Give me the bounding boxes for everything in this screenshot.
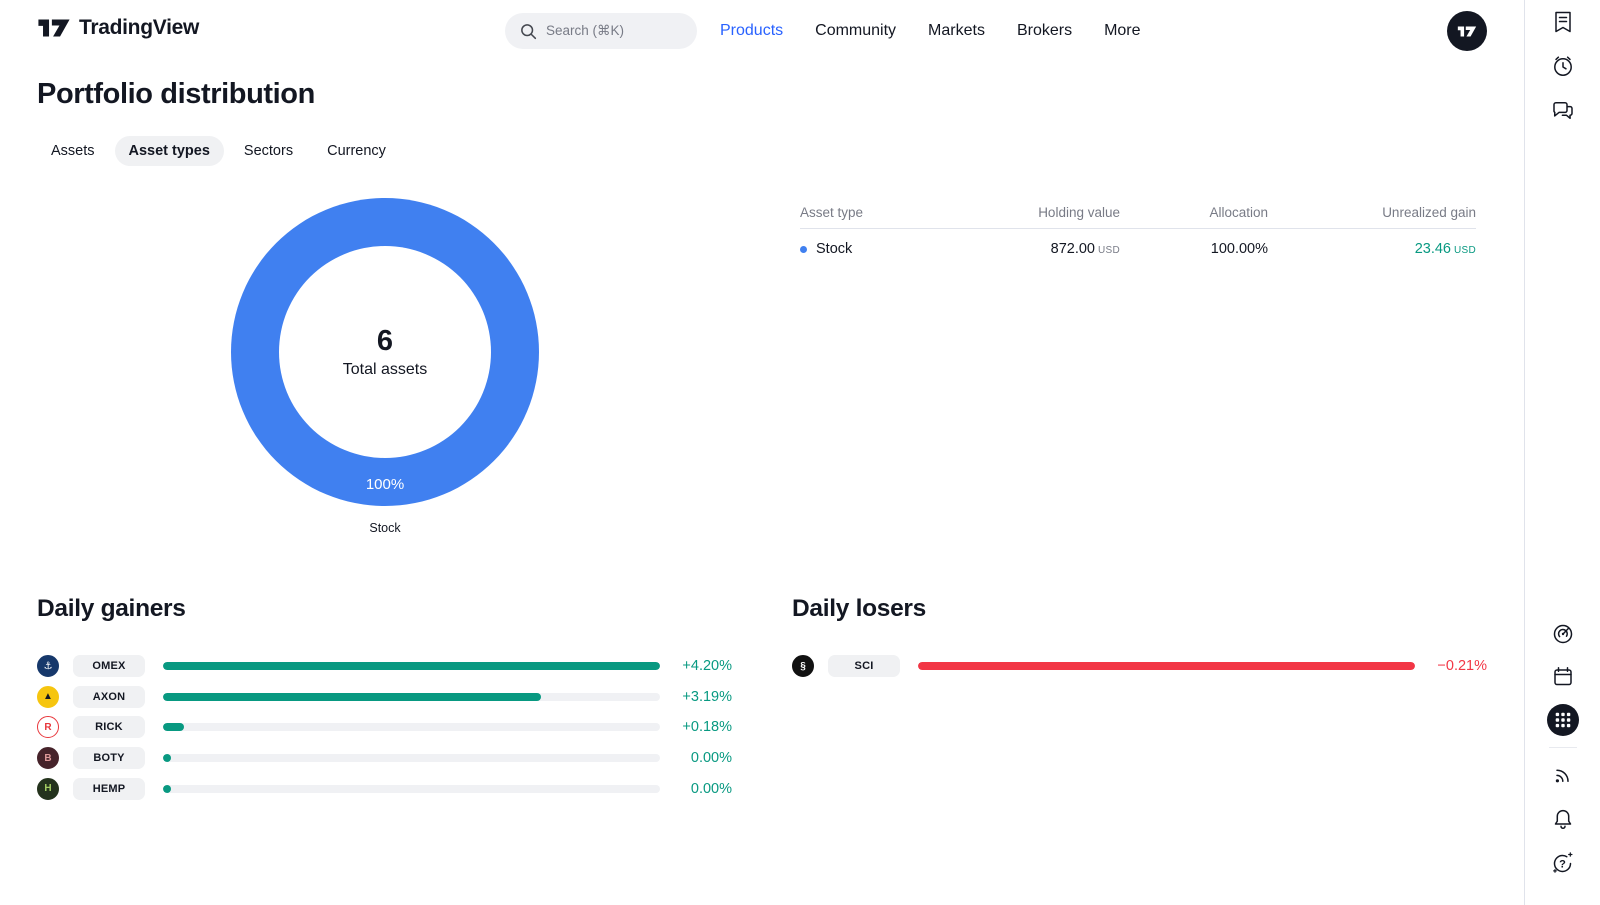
right-toolbar: ? <box>1524 0 1600 905</box>
total-assets-count: 6 <box>376 325 394 357</box>
apps-grid-icon[interactable] <box>1547 704 1579 736</box>
gainer-row-rick[interactable]: R RICK +0.18% <box>37 712 732 743</box>
loser-change-value: −0.21% <box>1437 658 1487 675</box>
watchlist-icon[interactable] <box>1549 8 1577 36</box>
col-asset-type: Asset type <box>800 205 864 220</box>
col-allocation: Allocation <box>1209 205 1268 220</box>
ticker-rick[interactable]: RICK <box>73 716 145 739</box>
daily-gainers-list: ⚓ OMEX +4.20% ▲ AXON +3.19% R RICK +0.18… <box>37 651 732 804</box>
gainer-bar-fill <box>163 754 171 763</box>
total-assets-label: Total assets <box>342 361 428 378</box>
daily-losers-title: Daily losers <box>792 595 926 622</box>
calendar-icon[interactable] <box>1549 663 1577 691</box>
gainer-change-value: 0.00% <box>690 780 732 797</box>
ticker-omex[interactable]: OMEX <box>73 655 145 678</box>
boty-logo-icon: B <box>37 747 59 770</box>
loser-bar-track <box>918 662 1415 671</box>
tradingview-logo-icon <box>37 16 71 40</box>
donut-center: 6 Total assets <box>279 246 491 458</box>
asset-type-value: Stock <box>816 241 853 257</box>
ticker-axon[interactable]: AXON <box>73 685 145 708</box>
primary-nav: Products Community Markets Brokers More <box>720 0 1141 62</box>
slice-percent-label: 100% <box>365 476 405 493</box>
gainer-change-value: +0.18% <box>682 719 732 736</box>
tradingview-logo[interactable]: TradingView <box>37 16 199 40</box>
rick-logo-icon: R <box>37 716 59 739</box>
chat-icon[interactable] <box>1549 97 1577 125</box>
gainer-bar-track <box>163 692 660 701</box>
gainer-row-axon[interactable]: ▲ AXON +3.19% <box>37 682 732 713</box>
page: TradingView Search (⌘K) Products Communi… <box>0 0 1600 905</box>
page-title: Portfolio distribution <box>37 78 315 110</box>
ticker-sci[interactable]: SCI <box>828 655 900 678</box>
gainer-bar-fill <box>163 723 185 732</box>
gainer-bar-track <box>163 754 660 763</box>
gainer-row-omex[interactable]: ⚓ OMEX +4.20% <box>37 651 732 682</box>
holdings-table: Asset type Holding value Allocation Unre… <box>800 197 1476 269</box>
tab-asset-types[interactable]: Asset types <box>114 136 224 166</box>
table-header-row: Asset type Holding value Allocation Unre… <box>800 197 1476 229</box>
distribution-tabs: Assets Asset types Sectors Currency <box>37 134 400 168</box>
nav-link-products[interactable]: Products <box>720 22 783 40</box>
gainer-change-value: +4.20% <box>682 658 732 675</box>
search-icon <box>519 22 538 41</box>
donut-chart[interactable]: 6 Total assets 100% <box>231 198 539 506</box>
gainer-bar-fill <box>163 784 171 793</box>
news-feed-icon[interactable] <box>1549 761 1577 789</box>
gainer-row-boty[interactable]: B BOTY 0.00% <box>37 743 732 774</box>
sci-logo-icon: § <box>792 655 814 678</box>
nav-link-community[interactable]: Community <box>815 22 896 40</box>
hemp-logo-icon: H <box>37 777 59 800</box>
tab-sectors[interactable]: Sectors <box>230 136 307 166</box>
gainer-row-hemp[interactable]: H HEMP 0.00% <box>37 773 732 804</box>
gainer-change-value: 0.00% <box>690 750 732 767</box>
notifications-bell-icon[interactable] <box>1549 805 1577 833</box>
screener-radar-icon[interactable] <box>1549 619 1577 647</box>
tab-assets[interactable]: Assets <box>37 136 109 166</box>
nav-link-brokers[interactable]: Brokers <box>1017 22 1072 40</box>
nav-link-more[interactable]: More <box>1104 22 1140 40</box>
gainer-bar-track <box>163 723 660 732</box>
tab-currency[interactable]: Currency <box>313 136 400 166</box>
search-input[interactable]: Search (⌘K) <box>505 13 697 49</box>
table-row[interactable]: Stock 872.00 USD 100.00% 23.46 USD <box>800 229 1476 269</box>
daily-gainers-title: Daily gainers <box>37 595 186 622</box>
gainer-bar-track <box>163 662 660 671</box>
loser-bar-fill <box>918 662 1415 671</box>
svg-text:?: ? <box>1559 859 1566 871</box>
gainer-bar-track <box>163 784 660 793</box>
gainer-change-value: +3.19% <box>682 688 732 705</box>
brand-name: TradingView <box>79 16 200 39</box>
top-navbar: TradingView Search (⌘K) Products Communi… <box>0 0 1524 62</box>
user-avatar[interactable] <box>1447 11 1487 51</box>
unrealized-gain-value: 23.46 USD <box>1414 241 1476 257</box>
series-color-dot <box>800 245 807 253</box>
search-placeholder: Search (⌘K) <box>546 23 625 38</box>
axon-logo-icon: ▲ <box>37 685 59 708</box>
holding-value: 872.00 USD <box>1050 241 1120 257</box>
loser-row-sci[interactable]: § SCI −0.21% <box>792 651 1487 682</box>
gainer-bar-fill <box>163 692 541 701</box>
help-icon[interactable]: ? <box>1549 848 1577 876</box>
allocation-value: 100.00% <box>1210 241 1268 257</box>
alerts-clock-icon[interactable] <box>1549 52 1577 80</box>
slice-name-label: Stock <box>369 521 401 535</box>
col-unrealized-gain: Unrealized gain <box>1382 205 1476 220</box>
gainer-bar-fill <box>163 662 660 671</box>
daily-losers-list: § SCI −0.21% <box>792 651 1487 682</box>
ticker-hemp[interactable]: HEMP <box>73 777 145 800</box>
ticker-boty[interactable]: BOTY <box>73 747 145 770</box>
omex-logo-icon: ⚓ <box>37 655 59 678</box>
sidebar-divider <box>1549 747 1577 748</box>
col-holding-value: Holding value <box>1038 205 1120 220</box>
nav-link-markets[interactable]: Markets <box>928 22 985 40</box>
